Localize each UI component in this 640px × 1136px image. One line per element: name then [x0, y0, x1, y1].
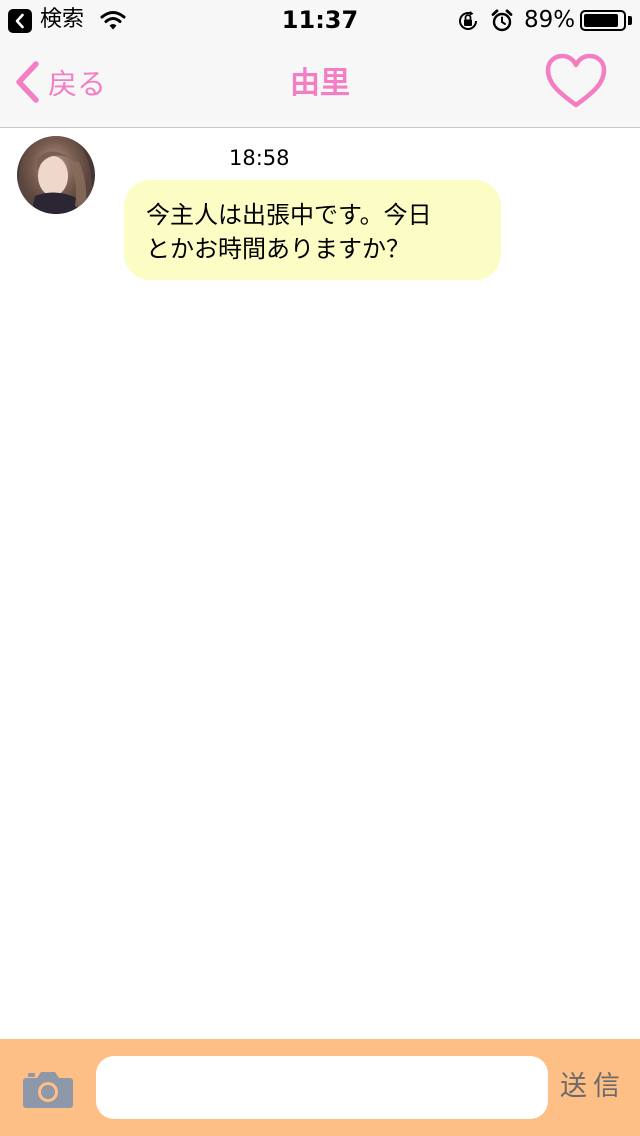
battery-level-fill	[584, 14, 618, 27]
camera-icon[interactable]	[22, 1069, 74, 1113]
battery-icon	[580, 10, 626, 31]
battery-tip	[628, 16, 632, 25]
input-bar: 送信	[0, 1039, 640, 1136]
heart-outline-icon[interactable]	[544, 52, 608, 114]
message-text-line: 今主人は出張中です。今日	[146, 201, 432, 229]
send-button[interactable]: 送信	[560, 1069, 630, 1105]
navigation-bar: 戻る 由里	[0, 40, 640, 128]
message-input[interactable]	[96, 1056, 548, 1119]
avatar[interactable]	[17, 136, 95, 214]
message-text-line: とかお時間ありますか？	[146, 235, 410, 263]
chat-area: 18:58 今主人は出張中です。今日 とかお時間ありますか？	[0, 129, 640, 1039]
status-bar: 検索 11:37 89%	[0, 0, 640, 40]
battery-percent: 89%	[524, 7, 576, 33]
message-bubble: 今主人は出張中です。今日 とかお時間ありますか？	[124, 180, 501, 280]
rotation-lock-icon	[456, 9, 480, 37]
message-timestamp: 18:58	[229, 146, 290, 170]
alarm-icon	[490, 8, 514, 38]
